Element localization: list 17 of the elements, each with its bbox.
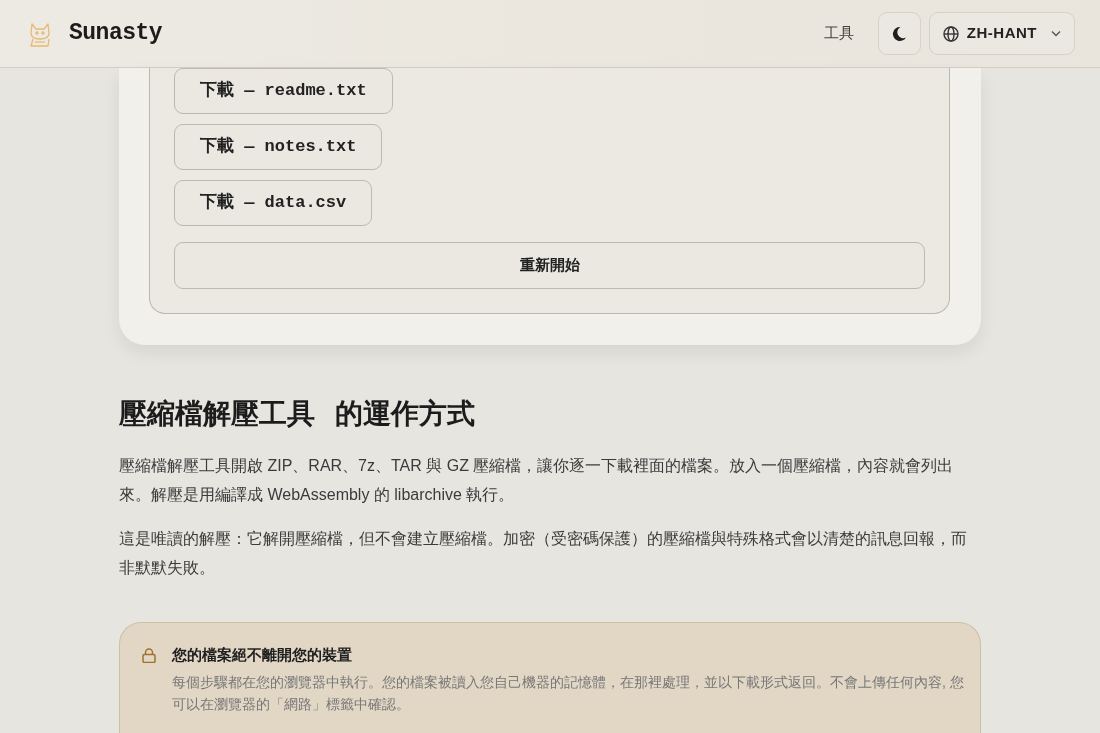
chevron-down-icon (1051, 30, 1061, 37)
brand-name: Sunasty (69, 19, 163, 49)
section-heading: 壓縮檔解壓工具 的運作方式 (119, 397, 476, 431)
paragraph: 壓縮檔解壓工具開啟 ZIP、RAR、7z、TAR 與 GZ 壓縮檔，讓你逐一下載裡面的檔案。放入一個壓縮檔，內容就會列出來。解壓是用編譯成 WebAssembly 的 libarchive 執行。 (119, 455, 955, 505)
download-button[interactable]: 下載 — notes.txt (174, 124, 383, 170)
nav-link[interactable]: 工具 (823, 22, 854, 45)
theme-toggle-button[interactable] (877, 12, 921, 55)
download-button[interactable]: 下載 — readme.txt (174, 68, 393, 114)
globe-icon (942, 25, 959, 42)
paragraph: 這是唯讀的解壓：它解開壓縮檔，但不會建立壓縮檔。加密（受密碼保護）的壓縮檔與特殊格式會以清楚的訊息回報，而非默默失敗。 (119, 528, 968, 578)
restart-button[interactable]: 重新開始 (174, 242, 925, 289)
download-button[interactable]: 下載 — data.csv (174, 180, 373, 226)
moon-icon (891, 25, 908, 42)
language-button[interactable]: ZH-HANT (928, 12, 1075, 55)
notice-text: 每個步驟都在您的瀏覽器中執行。您的檔案被讀入您自己機器的記憶體，在那裡處理，並以下載形式返回。不會上傳任何內容, 您可以在瀏覽器的「網路」標籤中確認。 (172, 672, 965, 714)
lock-icon (142, 647, 156, 663)
notice-title: 您的檔案絕不離開您的裝置 (172, 644, 353, 665)
